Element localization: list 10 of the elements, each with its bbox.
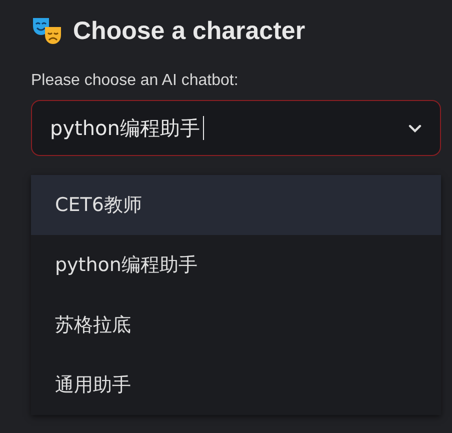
dropdown-option[interactable]: 苏格拉底 bbox=[31, 295, 441, 355]
chevron-down-icon[interactable] bbox=[408, 124, 422, 132]
dropdown-option[interactable]: 通用助手 bbox=[31, 355, 441, 415]
dropdown-option[interactable]: CET6教师 bbox=[31, 175, 441, 235]
chatbot-select[interactable]: python编程助手 bbox=[31, 100, 441, 156]
page-title: Choose a character bbox=[73, 16, 306, 46]
dropdown-option[interactable]: python编程助手 bbox=[31, 235, 441, 295]
theater-masks-icon bbox=[31, 15, 63, 47]
field-label: Please choose an AI chatbot: bbox=[31, 72, 240, 90]
text-cursor bbox=[202, 116, 204, 140]
